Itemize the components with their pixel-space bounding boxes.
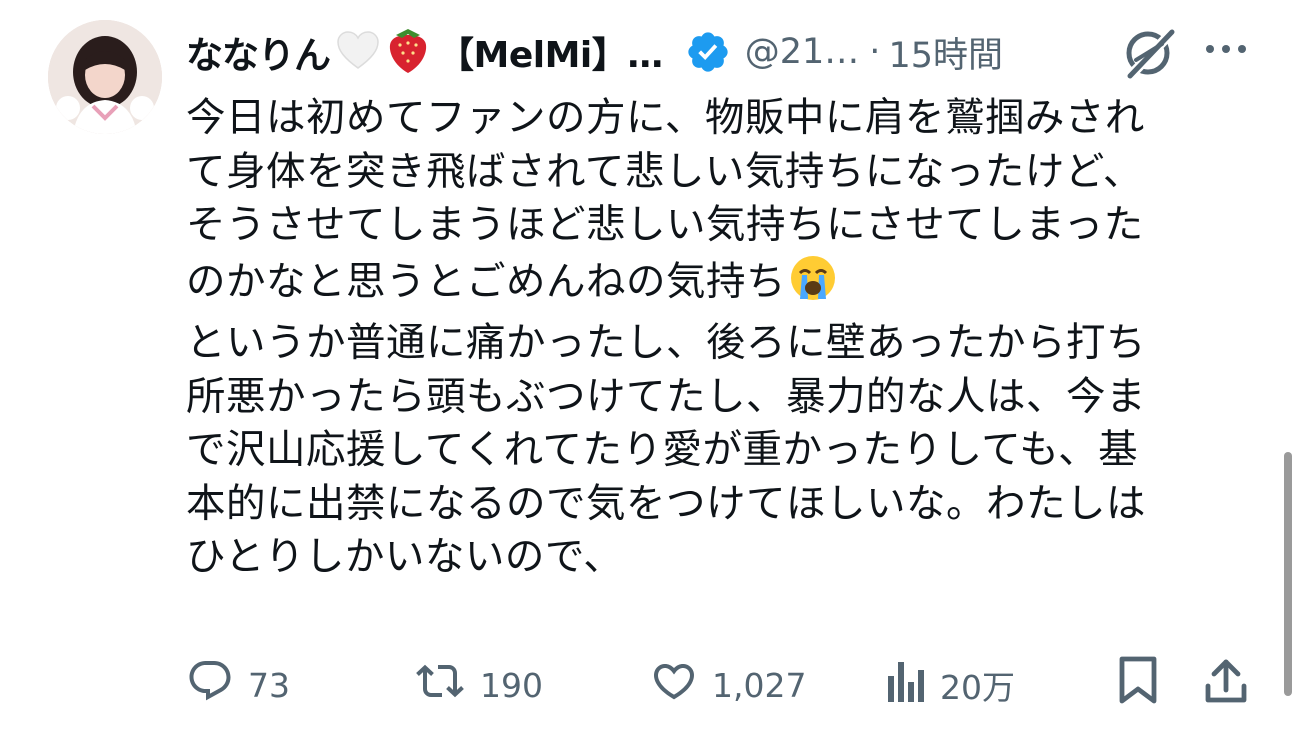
repost-button[interactable]: 190: [414, 655, 543, 715]
avatar[interactable]: [48, 20, 162, 134]
verified-badge-icon: [685, 29, 731, 75]
display-name[interactable]: ななりん: [186, 25, 331, 79]
scrollbar[interactable]: [1284, 452, 1292, 696]
tweet-line: 今日は初めてファンの方に、物販中に肩を鷲掴みされ: [186, 95, 1145, 141]
tweet-text: 今日は初めてファンの方に、物販中に肩を鷲掴みされ て身体を突き飛ばされて悲しい気…: [186, 92, 1246, 585]
tweet-line: 所悪かったら頭もぶつけてたし、暴力的な人は、今ま: [186, 373, 1146, 420]
views-icon: [886, 658, 926, 712]
reply-count: 73: [248, 665, 290, 705]
like-count: 1,027: [712, 665, 807, 705]
separator: ·: [869, 32, 881, 72]
share-icon: [1202, 656, 1250, 714]
tweet-line: というか普通に痛かったし、後ろに壁あったから打ち: [186, 320, 1146, 366]
like-button[interactable]: 1,027: [650, 655, 806, 715]
reply-button[interactable]: 73: [186, 655, 290, 715]
timestamp[interactable]: 15時間: [888, 27, 1003, 78]
tweet-line: 本的に出禁になるので気をつけてほしいな。わたしは: [186, 480, 1146, 527]
bookmark-button[interactable]: [1116, 655, 1160, 715]
action-bar: 73 190 1,027 20万: [186, 655, 1256, 715]
handle[interactable]: @21…: [745, 32, 860, 72]
like-icon: [650, 657, 698, 713]
views-count: 20万: [940, 668, 1015, 707]
display-name-brand[interactable]: 【MelMi】…: [438, 26, 663, 78]
grok-icon[interactable]: [1122, 24, 1178, 84]
repost-count: 190: [480, 665, 543, 705]
tweet-header: ななりん 【MelMi】… @21… · 15時間: [186, 22, 1266, 82]
white-heart-icon: [336, 30, 380, 74]
avatar-image: [48, 20, 162, 134]
repost-icon: [414, 657, 466, 713]
tweet-line: で沢山応援してくれてたり愛が重かったりしても、基: [186, 427, 1139, 473]
tweet-line-with-emoji: のかなと思うとごめんねの気持ち: [186, 253, 1246, 318]
bookmark-icon: [1116, 655, 1160, 715]
tweet-line: て身体を突き飛ばされて悲しい気持ちになったけど、: [186, 148, 1143, 195]
crying-face-icon: [788, 253, 838, 318]
reply-icon: [186, 657, 234, 713]
strawberry-icon: [386, 25, 430, 79]
views-button[interactable]: 20万: [886, 655, 1015, 715]
tweet-line: ひとりしかいないので、: [186, 534, 624, 580]
tweet-line: そうさせてしまうほど悲しい気持ちにさせてしまった: [186, 202, 1144, 248]
tweet-line: のかなと思うとごめんねの気持ち: [186, 258, 786, 305]
more-icon[interactable]: [1203, 34, 1249, 68]
share-button[interactable]: [1202, 655, 1250, 715]
